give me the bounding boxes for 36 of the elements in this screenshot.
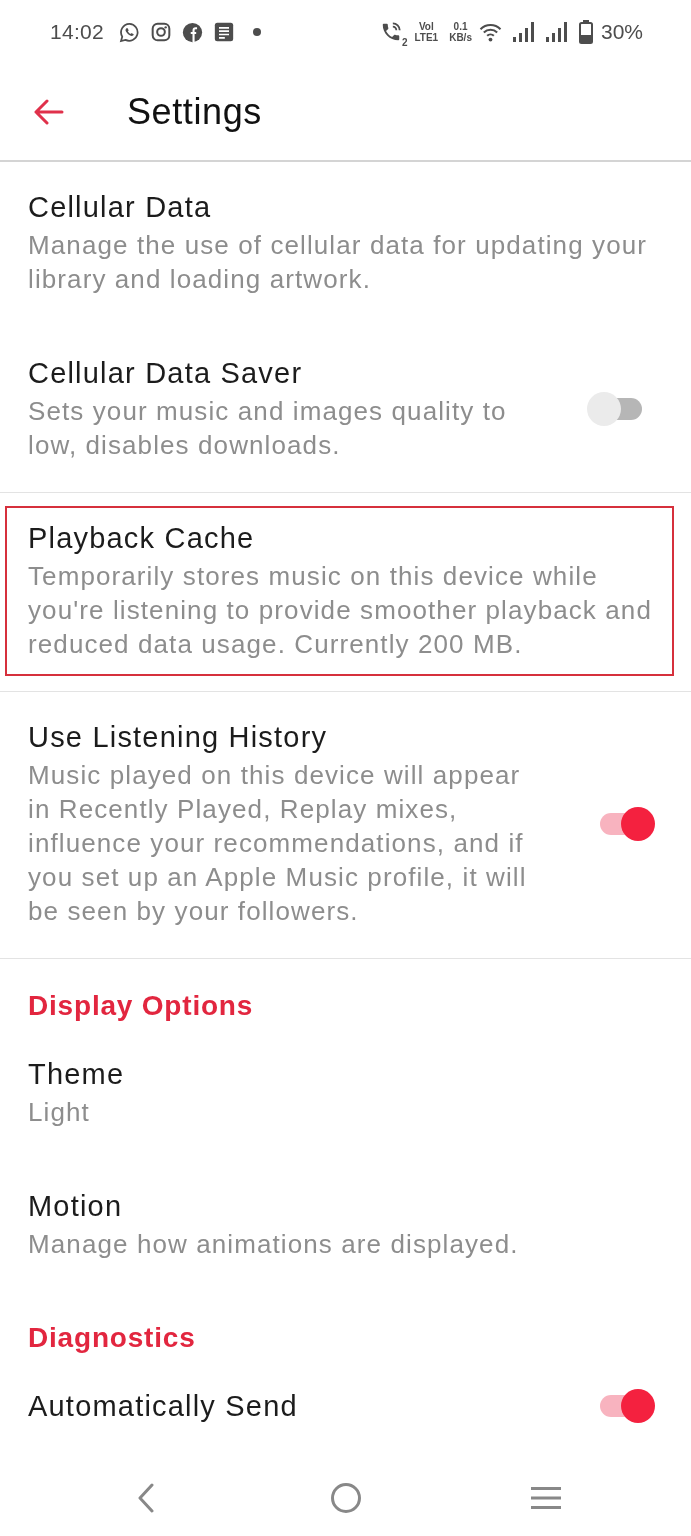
setting-title[interactable]: Motion (28, 1188, 123, 1224)
setting-title: Cellular Data Saver (28, 356, 303, 391)
network-label: LTE1 (414, 32, 439, 43)
signal-icon (545, 22, 568, 42)
section-heading: Display Options (28, 989, 254, 1023)
menu-icon[interactable] (530, 1487, 561, 1509)
signal-icon (512, 22, 535, 42)
setting-description: Manage how animations are displayed. (28, 1228, 519, 1261)
back-icon[interactable] (34, 99, 64, 125)
network-label: Vol (418, 21, 434, 32)
clock-time: 14:02 (50, 20, 105, 44)
sim-number: 2 (401, 37, 408, 48)
setting-description: Manage the use of cellular data for updating your library and loading artwork. (28, 229, 649, 296)
speed-unit: KB/s (449, 32, 472, 43)
setting-description: Temporarily stores music on this device while you're listening to provide smoother playback and reduced data usage. Currently 200 MB. (28, 560, 653, 661)
speed-value: 0.1 (453, 21, 468, 32)
setting-value: Light (28, 1096, 90, 1129)
camera-icon (151, 22, 172, 42)
document-icon (214, 22, 235, 42)
page-title: Settings (127, 91, 262, 133)
home-icon[interactable] (330, 1483, 361, 1513)
battery-percent: 30% (600, 20, 643, 44)
setting-description: Music played on this device will appear in Recently Played, Replay mixes, influence your recommendations, and if you set up an Apple Music profile, it will be seen by your followers. (28, 759, 528, 928)
wifi-icon (478, 22, 502, 42)
dot-icon (253, 28, 262, 36)
back-icon[interactable] (136, 1483, 155, 1513)
setting-description: Sets your music and images quality to low, disables downloads. (28, 395, 508, 462)
battery-icon (578, 20, 593, 44)
setting-title[interactable]: Playback Cache (28, 520, 255, 556)
setting-title: Use Listening History (28, 720, 328, 755)
setting-title[interactable]: Cellular Data (28, 189, 212, 225)
setting-title: Automatically Send (28, 1389, 298, 1424)
f-logo-icon (182, 21, 204, 43)
section-heading: Diagnostics (28, 1321, 196, 1355)
setting-title[interactable]: Theme (28, 1056, 125, 1092)
chat-bubble-icon (119, 21, 141, 43)
